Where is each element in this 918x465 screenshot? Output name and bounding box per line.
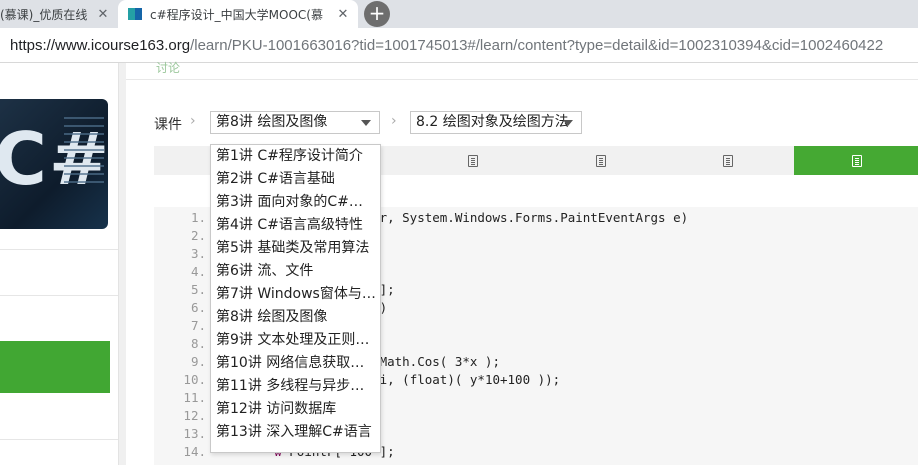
cover-decoration [64, 111, 104, 189]
url-host: https://www.icourse163.org [10, 37, 191, 54]
unit-tab[interactable] [538, 146, 664, 175]
course-cover-image[interactable]: C# [0, 99, 108, 229]
line-number: 5. [190, 282, 206, 297]
dropdown-item[interactable]: 第7讲 Windows窗体与… [216, 283, 376, 306]
dropdown-item[interactable]: 第4讲 C#语言高级特性 [216, 214, 376, 237]
chapter-select[interactable]: 第8讲 绘图及图像 [210, 111, 380, 134]
dropdown-item[interactable]: 第6讲 流、文件 [216, 260, 376, 283]
document-icon [596, 154, 606, 167]
left-panel: C# [0, 63, 119, 465]
nav-active-item[interactable] [0, 341, 110, 393]
unit-tab[interactable] [665, 146, 791, 175]
line-number: 3. [190, 246, 206, 261]
code-segment: )i, (float)( y*10+100 )); [372, 372, 561, 387]
chevron-right-icon: › [190, 113, 196, 129]
line-number: 6. [190, 300, 206, 315]
unit-tab-active[interactable] [794, 146, 918, 175]
line-number: 10. [183, 372, 206, 387]
dropdown-item[interactable]: 第12讲 访问数据库 [216, 398, 376, 421]
divider [0, 439, 118, 440]
divider [0, 295, 118, 296]
browser-tab-inactive[interactable]: (慕课)_优质在线 ✕ [0, 0, 118, 28]
browser-tab-title: (慕课)_优质在线 [0, 7, 88, 22]
mooc-favicon-icon [128, 8, 142, 20]
dropdown-item[interactable]: 第3讲 面向对象的C#语言 [216, 191, 376, 214]
line-number: 4. [190, 264, 206, 279]
line-number: 1. [190, 210, 206, 225]
dropdown-item[interactable]: 第13讲 深入理解C#语言 [216, 421, 376, 444]
section-select[interactable]: 8.2 绘图对象及绘图方法 [410, 111, 582, 134]
caret-down-icon [563, 120, 573, 126]
line-number: 7. [190, 318, 206, 333]
dropdown-item[interactable]: 第5讲 基础类及常用算法 [216, 237, 376, 260]
dropdown-item[interactable]: 第1讲 C#程序设计简介 [216, 145, 376, 168]
breadcrumb-courseware[interactable]: 课件 [154, 114, 182, 134]
dropdown-item[interactable]: 第8讲 绘图及图像 [216, 306, 376, 329]
browser-tab-active[interactable]: c#程序设计_中国大学MOOC(慕 ✕ [118, 0, 358, 28]
chapter-dropdown-menu: 第1讲 C#程序设计简介 第2讲 C#语言基础 第3讲 面向对象的C#语言 第4讲 C… [210, 144, 381, 453]
line-number: 11. [183, 390, 206, 405]
dropdown-item[interactable]: 第9讲 文本处理及正则… [216, 329, 376, 352]
divider [126, 79, 918, 80]
new-tab-button[interactable]: + [364, 1, 390, 27]
line-number: 9. [190, 354, 206, 369]
section-select-value: 8.2 绘图对象及绘图方法 [416, 114, 569, 130]
caret-down-icon [361, 120, 371, 126]
chevron-right-icon: › [391, 113, 397, 129]
line-number: 2. [190, 228, 206, 243]
line-number: 8. [190, 336, 206, 351]
close-icon[interactable]: ✕ [334, 7, 352, 22]
dropdown-item[interactable]: 第10讲 网络信息获取及… [216, 352, 376, 375]
dropdown-item[interactable]: 第11讲 多线程与异步编程 [216, 375, 376, 398]
document-icon [468, 154, 478, 167]
code-segment: sender, System.Windows.Forms.PaintEventA… [334, 210, 689, 225]
close-icon[interactable]: ✕ [94, 7, 112, 22]
line-number: 13. [183, 426, 206, 441]
address-bar[interactable]: https://www.icourse163.org/learn/PKU-100… [0, 28, 918, 63]
browser-tab-bar: (慕课)_优质在线 ✕ c#程序设计_中国大学MOOC(慕 ✕ + [0, 0, 918, 28]
dropdown-item[interactable]: 第2讲 C#语言基础 [216, 168, 376, 191]
line-number: 14. [183, 444, 206, 459]
document-icon [723, 154, 733, 167]
line-number: 12. [183, 408, 206, 423]
top-cut-text: 讨论 [156, 61, 181, 75]
divider [0, 249, 118, 250]
url-path: /learn/PKU-1001663016?tid=1001745013#/le… [190, 37, 884, 54]
unit-tab[interactable] [410, 146, 536, 175]
document-icon [852, 154, 862, 167]
chapter-select-value: 第8讲 绘图及图像 [216, 114, 328, 130]
page: C# 讨论 课件 › 第8讲 绘图及图像 › 8.2 绘图对象及绘图方法 1. [0, 61, 918, 465]
browser-tab-title: c#程序设计_中国大学MOOC(慕 [150, 7, 323, 22]
